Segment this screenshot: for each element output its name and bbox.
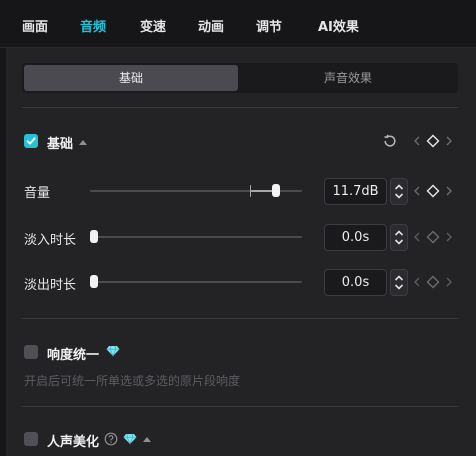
fade-in-stepper[interactable] xyxy=(390,224,408,251)
fade-in-slider-track[interactable] xyxy=(90,236,302,238)
tab-adjust[interactable]: 调节 xyxy=(256,16,282,35)
collapse-caret-icon[interactable] xyxy=(79,140,87,145)
volume-slider-fill xyxy=(251,190,273,192)
fade-out-slider-track[interactable] xyxy=(90,281,302,283)
question-icon[interactable] xyxy=(104,432,118,446)
volume-value-field[interactable]: 11.7dB xyxy=(324,178,387,205)
voice-beautify-section-title: 人声美化 xyxy=(47,435,100,450)
keyframe-diamond-icon[interactable] xyxy=(426,275,440,289)
tab-picture[interactable]: 画面 xyxy=(22,16,48,35)
volume-keyframe-controls xyxy=(414,184,452,198)
fade-out-stepper[interactable] xyxy=(390,269,408,296)
audio-panel: 基础 声音效果 基础 音量 11.7dB 淡入时长 0.0s 淡出时长 0.0s… xyxy=(6,48,476,456)
top-tab-bar: 画面 音频 变速 动画 调节 AI效果 xyxy=(0,0,476,48)
fade-out-value-field[interactable]: 0.0s xyxy=(324,269,387,296)
volume-slider-handle[interactable] xyxy=(272,184,280,197)
voice-beautify-checkbox[interactable] xyxy=(24,432,38,446)
loudness-checkbox[interactable] xyxy=(24,345,38,359)
next-keyframe-icon[interactable] xyxy=(446,232,452,242)
segment-sound-effects[interactable]: 声音效果 xyxy=(240,65,456,91)
fade-out-slider-handle[interactable] xyxy=(90,275,98,288)
keyframe-diamond-icon[interactable] xyxy=(426,184,440,198)
stepper-arrows-icon xyxy=(394,230,404,245)
keyframe-diamond-icon[interactable] xyxy=(426,134,440,148)
loudness-description: 开启后可统一所单选或多选的原片段响度 xyxy=(24,374,241,388)
next-keyframe-icon[interactable] xyxy=(446,136,452,146)
fade-in-keyframe-controls xyxy=(414,230,452,244)
diamond-vip-icon xyxy=(106,345,120,357)
fade-out-keyframe-controls xyxy=(414,275,452,289)
stepper-arrows-icon xyxy=(394,275,404,290)
fade-in-label: 淡入时长 xyxy=(24,233,77,248)
volume-stepper[interactable] xyxy=(390,178,408,205)
next-keyframe-icon[interactable] xyxy=(446,277,452,287)
tab-animation[interactable]: 动画 xyxy=(198,16,224,35)
collapse-caret-icon[interactable] xyxy=(143,437,151,442)
keyframe-diamond-icon[interactable] xyxy=(426,230,440,244)
tab-ai-effects[interactable]: AI效果 xyxy=(318,16,359,35)
fade-in-value-field[interactable]: 0.0s xyxy=(324,224,387,251)
basic-section-title: 基础 xyxy=(47,137,74,152)
divider xyxy=(22,318,458,319)
segment-basic[interactable]: 基础 xyxy=(24,65,238,91)
check-icon xyxy=(26,137,36,145)
reset-icon[interactable] xyxy=(382,133,398,149)
basic-checkbox[interactable] xyxy=(24,134,38,148)
loudness-section-title: 响度统一 xyxy=(47,348,100,363)
tab-speed[interactable]: 变速 xyxy=(140,16,166,35)
fade-in-slider-handle[interactable] xyxy=(90,230,98,243)
prev-keyframe-icon[interactable] xyxy=(414,232,420,242)
prev-keyframe-icon[interactable] xyxy=(414,186,420,196)
divider xyxy=(22,406,458,407)
prev-keyframe-icon[interactable] xyxy=(414,136,420,146)
divider xyxy=(22,107,458,108)
stepper-arrows-icon xyxy=(394,184,404,199)
tab-audio[interactable]: 音频 xyxy=(80,16,106,35)
prev-keyframe-icon[interactable] xyxy=(414,277,420,287)
next-keyframe-icon[interactable] xyxy=(446,186,452,196)
volume-label: 音量 xyxy=(24,186,51,201)
fade-out-label: 淡出时长 xyxy=(24,278,77,293)
diamond-vip-icon xyxy=(123,433,137,445)
segmented-control: 基础 声音效果 xyxy=(22,63,458,93)
section-keyframe-controls xyxy=(414,134,452,148)
